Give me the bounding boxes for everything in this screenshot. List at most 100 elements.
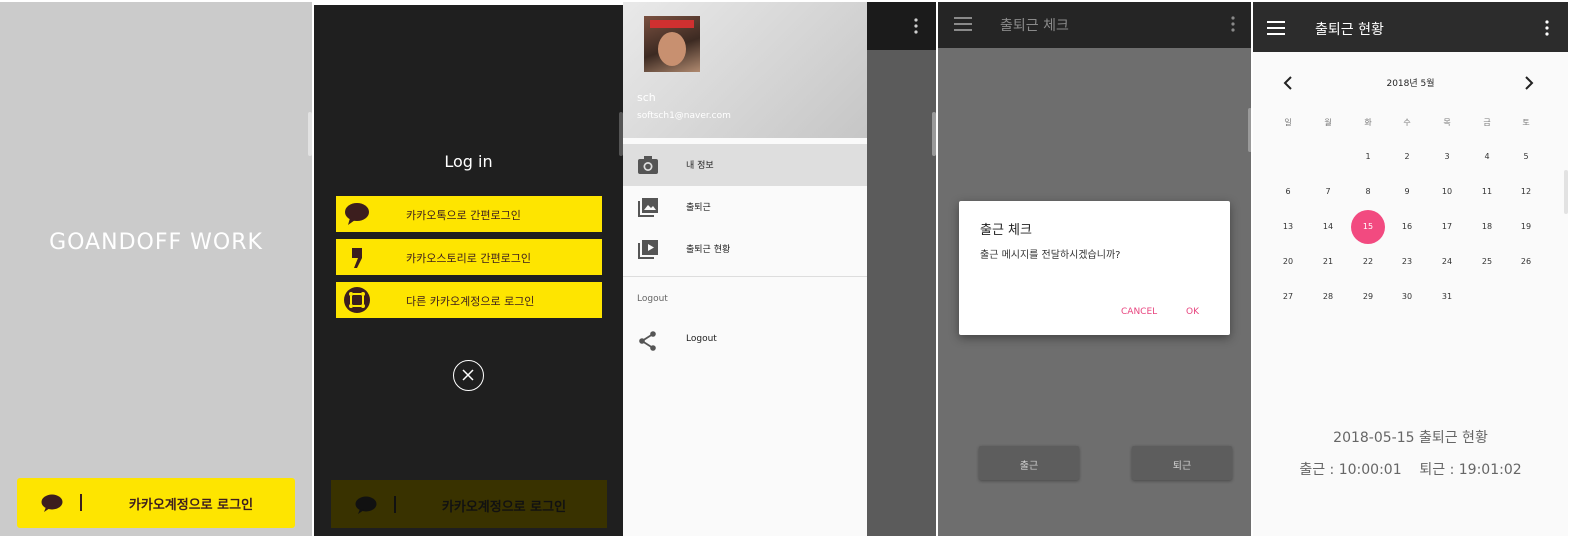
weekday-label: 금	[1483, 118, 1491, 127]
calendar-day[interactable]: 22	[1356, 257, 1380, 266]
checkout-button[interactable]: 퇴근	[1132, 446, 1232, 480]
weekday-label: 화	[1364, 118, 1372, 127]
calendar-day[interactable]: 27	[1276, 292, 1300, 301]
kakao-login-button[interactable]: 카카오계정으로 로그인	[17, 478, 295, 528]
dialog-cancel-button[interactable]: CANCEL	[1121, 307, 1157, 317]
calendar-day[interactable]: 9	[1395, 187, 1419, 196]
slideshow-icon	[638, 240, 658, 259]
avatar[interactable]	[644, 16, 700, 72]
calendar-day[interactable]: 29	[1356, 292, 1380, 301]
app-title: 출퇴근 현황	[1315, 22, 1384, 38]
overflow-menu-icon[interactable]	[913, 18, 919, 34]
speech-bubble-icon	[41, 494, 63, 512]
calendar-day[interactable]: 2	[1395, 152, 1419, 161]
calendar-day[interactable]: 23	[1395, 257, 1419, 266]
calendar-day[interactable]: 12	[1514, 187, 1538, 196]
drawer-item-logout[interactable]: Logout	[623, 320, 867, 362]
option-label: 다른 카카오계정으로 로그인	[406, 295, 535, 308]
drawer-header: sch softsch1@naver.com	[623, 2, 867, 138]
calendar-day[interactable]: 26	[1514, 257, 1538, 266]
dialog-ok-button[interactable]: OK	[1186, 307, 1199, 317]
calendar-day[interactable]: 19	[1514, 222, 1538, 231]
option-label: 카카오스토리로 간편로그인	[406, 252, 531, 265]
drawer-item-label: 출퇴근	[686, 203, 711, 213]
dialog-message: 출근 메시지를 전달하시겠습니까?	[980, 250, 1121, 261]
avatar-face	[658, 32, 686, 66]
app-bar: 출퇴근 체크	[938, 2, 1251, 48]
drawer-item-commute[interactable]: 출퇴근	[623, 186, 867, 228]
calendar-day[interactable]: 20	[1276, 257, 1300, 266]
other-account-login-option[interactable]: 다른 카카오계정으로 로그인	[336, 282, 602, 318]
calendar-day[interactable]: 18	[1475, 222, 1499, 231]
close-button[interactable]	[453, 360, 484, 391]
kakao-login-button-dimmed: 카카오계정으로 로그인	[331, 480, 607, 528]
app-title: 출퇴근 체크	[1000, 18, 1069, 34]
speech-bubble-icon	[345, 203, 369, 225]
calendar-day[interactable]: 11	[1475, 187, 1499, 196]
calendar-day[interactable]: 17	[1435, 222, 1459, 231]
weekday-label: 토	[1522, 118, 1530, 127]
app-bar: 출퇴근 현황	[1253, 2, 1568, 52]
kakaostory-login-option[interactable]: 카카오스토리로 간편로그인	[336, 239, 602, 275]
dialog-title: 출근 체크	[980, 223, 1032, 238]
calendar-day[interactable]: 1	[1356, 152, 1380, 161]
checkout-button-label: 퇴근	[1172, 461, 1192, 472]
weekday-label: 수	[1403, 118, 1411, 127]
calendar-day[interactable]: 3	[1435, 152, 1459, 161]
calendar-day[interactable]: 4	[1475, 152, 1499, 161]
checkin-button-label: 출근	[1019, 461, 1039, 472]
checkin-dialog: 출근 체크 출근 메시지를 전달하시겠습니까? CANCEL OK	[959, 201, 1230, 335]
drawer-item-commute-status[interactable]: 출퇴근 현황	[623, 228, 867, 270]
kakaostory-icon	[352, 248, 362, 268]
calendar-day[interactable]: 7	[1316, 187, 1340, 196]
checkin-screen: 출퇴근 체크 출근 퇴근 출근 체크 출근 메시지를 전달하시겠습니까? CAN…	[938, 2, 1251, 536]
drag-handle[interactable]	[932, 112, 936, 156]
button-separator	[80, 494, 82, 511]
drawer-divider	[623, 276, 867, 277]
calendar-day[interactable]: 21	[1316, 257, 1340, 266]
calendar-day[interactable]: 15	[1356, 222, 1380, 231]
overflow-menu-icon[interactable]	[1230, 16, 1236, 32]
calendar-day[interactable]: 30	[1395, 292, 1419, 301]
kakaotalk-login-option[interactable]: 카카오톡으로 간편로그인	[336, 196, 602, 232]
hamburger-menu-icon[interactable]	[954, 17, 972, 31]
weekday-label: 목	[1443, 118, 1451, 127]
calendar-day[interactable]: 13	[1276, 222, 1300, 231]
calendar-day[interactable]: 25	[1475, 257, 1499, 266]
calendar-day[interactable]: 16	[1395, 222, 1419, 231]
photo-caption-mark	[650, 20, 694, 28]
calendar-day[interactable]: 6	[1276, 187, 1300, 196]
weekday-label: 월	[1324, 118, 1332, 127]
splash-screen: GOANDOFF WORK 카카오계정으로 로그인	[0, 2, 312, 536]
next-month-icon[interactable]	[1524, 76, 1534, 90]
weekday-label: 일	[1284, 118, 1292, 127]
overflow-menu-icon[interactable]	[1544, 20, 1550, 36]
summary-times: 출근 : 10:00:01 퇴근 : 19:01:02	[1299, 462, 1522, 478]
calendar-day[interactable]: 8	[1356, 187, 1380, 196]
drag-handle[interactable]	[308, 112, 312, 156]
drag-handle[interactable]	[1248, 108, 1251, 152]
calendar-day[interactable]: 31	[1435, 292, 1459, 301]
login-screen: Log in 카카오톡으로 간편로그인 카카오스토리로 간편로그인 다른 카카오…	[314, 5, 623, 536]
drawer-item-my-info[interactable]: 내 정보	[623, 144, 867, 186]
camera-icon	[638, 156, 658, 174]
drawer-item-label: Logout	[686, 334, 717, 344]
calendar-day[interactable]: 28	[1316, 292, 1340, 301]
calendar-day[interactable]: 5	[1514, 152, 1538, 161]
login-title: Log in	[444, 152, 493, 171]
navigation-drawer: sch softsch1@naver.com 내 정보 출퇴근 출퇴근 현황 L…	[623, 2, 867, 536]
share-icon	[639, 331, 656, 351]
drag-handle[interactable]	[1564, 170, 1568, 214]
calendar-screen: 출퇴근 현황 2018년 5월 일 월 화 수 목 금 토 1 2 3 4 5 6 7 8 9 10 11 12 13…	[1253, 2, 1568, 536]
calendar-day[interactable]: 10	[1435, 187, 1459, 196]
drawer-item-label: 내 정보	[686, 161, 714, 171]
calendar-day[interactable]: 14	[1316, 222, 1340, 231]
hamburger-menu-icon[interactable]	[1267, 21, 1285, 35]
checkin-button[interactable]: 출근	[979, 446, 1079, 480]
gallery-icon	[638, 198, 658, 217]
option-label: 카카오톡으로 간편로그인	[406, 209, 521, 222]
calendar-day[interactable]: 24	[1435, 257, 1459, 266]
button-separator	[394, 496, 396, 513]
summary-title: 2018-05-15 출퇴근 현황	[1333, 430, 1488, 446]
close-icon	[462, 369, 474, 381]
